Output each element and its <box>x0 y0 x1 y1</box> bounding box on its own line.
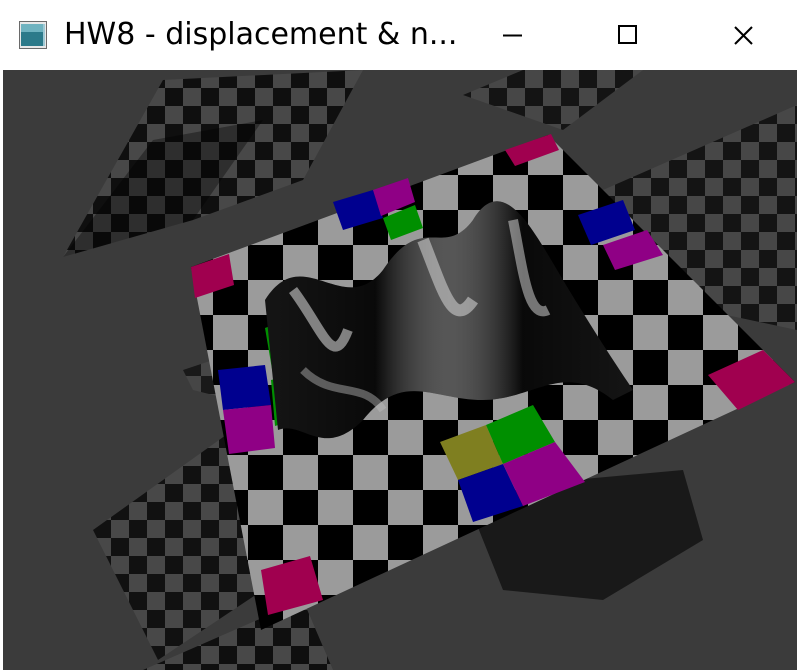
close-icon <box>734 26 753 45</box>
maximize-icon <box>618 25 637 44</box>
app-window: HW8 - displacement & n... <box>0 0 797 670</box>
scene-canvas <box>63 70 797 670</box>
maximize-button[interactable] <box>571 0 687 70</box>
minimize-icon <box>503 34 522 37</box>
application-window-icon <box>19 21 47 49</box>
window-title: HW8 - displacement & n... <box>64 17 458 52</box>
render-viewport[interactable] <box>3 70 797 670</box>
close-button[interactable] <box>687 0 797 70</box>
minimize-button[interactable] <box>455 0 571 70</box>
title-bar[interactable]: HW8 - displacement & n... <box>0 0 797 70</box>
